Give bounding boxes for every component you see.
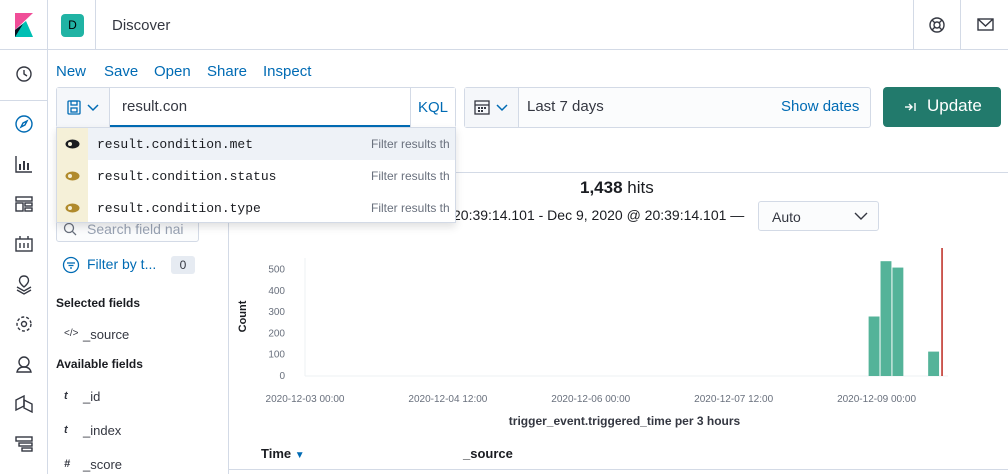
field-search-placeholder: Search field nai bbox=[87, 221, 184, 237]
save-disk-icon bbox=[67, 100, 99, 115]
table-divider bbox=[228, 469, 1008, 470]
ml-icon[interactable] bbox=[12, 312, 36, 336]
x-tick-label: 2020-12-04 12:00 bbox=[408, 394, 487, 405]
space-avatar[interactable]: D bbox=[61, 14, 84, 37]
x-tick-label: 2020-12-07 12:00 bbox=[694, 394, 773, 405]
y-axis-label: Count bbox=[237, 300, 249, 332]
interval-value: Auto bbox=[772, 209, 801, 225]
suggestion-field: result.condition.status bbox=[97, 169, 277, 184]
filter-icon bbox=[62, 256, 80, 274]
inspect-link[interactable]: Inspect bbox=[263, 63, 311, 80]
y-tick-label: 200 bbox=[268, 328, 285, 339]
new-link[interactable]: New bbox=[56, 63, 86, 80]
chevron-down-icon bbox=[854, 212, 868, 220]
histogram-bar bbox=[928, 351, 940, 376]
suggestion-field: result.condition.type bbox=[97, 201, 261, 216]
discover-icon[interactable] bbox=[12, 112, 36, 136]
field-token-icon bbox=[57, 128, 88, 160]
quick-select-button[interactable] bbox=[465, 88, 519, 127]
uptime-icon[interactable] bbox=[12, 352, 36, 376]
field-item-id[interactable]: _id bbox=[83, 389, 100, 404]
y-tick-label: 0 bbox=[279, 371, 285, 382]
kibana-logo-icon bbox=[15, 13, 33, 37]
histogram-bar bbox=[868, 316, 880, 376]
suggestion-item[interactable]: result.condition.status Filter results t… bbox=[57, 160, 455, 192]
help-icon bbox=[929, 17, 945, 33]
x-tick-label: 2020-12-09 00:00 bbox=[837, 394, 916, 405]
filter-by-type-button[interactable]: Filter by t... bbox=[87, 256, 156, 272]
query-input[interactable] bbox=[110, 88, 410, 127]
suggestion-description: Filter results th bbox=[371, 201, 450, 215]
share-link[interactable]: Share bbox=[207, 63, 247, 80]
hits-label: hits bbox=[627, 178, 654, 197]
y-tick-label: 500 bbox=[268, 265, 285, 276]
filter-count-badge: 0 bbox=[171, 256, 195, 274]
suggestion-field: result.condition.met bbox=[97, 137, 254, 152]
field-token-icon bbox=[57, 160, 88, 192]
kql-toggle-button[interactable]: KQL bbox=[410, 88, 455, 127]
hits-count: 1,438 bbox=[580, 178, 623, 197]
apm-icon[interactable] bbox=[12, 392, 36, 416]
number-type-icon: # bbox=[64, 458, 71, 470]
update-button[interactable]: Update bbox=[883, 87, 1001, 127]
mail-icon bbox=[977, 18, 994, 31]
recent-icon[interactable] bbox=[12, 62, 36, 86]
string-type-icon: t bbox=[64, 390, 68, 402]
chevron-down-icon bbox=[87, 104, 99, 112]
field-token-icon bbox=[57, 192, 88, 222]
news-button[interactable] bbox=[960, 0, 1008, 50]
saved-query-button[interactable] bbox=[57, 88, 110, 127]
histogram-bar bbox=[880, 261, 892, 376]
string-type-icon: t bbox=[64, 424, 68, 436]
update-button-label: Update bbox=[927, 96, 982, 115]
dashboard-icon[interactable] bbox=[12, 192, 36, 216]
histogram-bar bbox=[892, 267, 904, 376]
x-tick-label: 2020-12-06 00:00 bbox=[551, 394, 630, 405]
save-link[interactable]: Save bbox=[104, 63, 138, 80]
field-item-source[interactable]: _source bbox=[83, 327, 129, 342]
sort-down-icon[interactable]: ▼ bbox=[295, 450, 305, 461]
field-item-index[interactable]: _index bbox=[83, 423, 121, 438]
suggestion-item[interactable]: result.condition.met Filter results th bbox=[57, 128, 455, 160]
y-tick-label: 100 bbox=[268, 350, 285, 361]
selected-fields-heading: Selected fields bbox=[56, 296, 141, 310]
histogram-chart: 0 100 200 300 400 500 2020-12-03 00:00 2020-12-… bbox=[237, 248, 948, 428]
refresh-arrow-icon bbox=[905, 103, 916, 111]
y-tick-label: 300 bbox=[268, 307, 285, 318]
canvas-icon[interactable] bbox=[12, 232, 36, 256]
column-header-time[interactable]: Time ▼ bbox=[261, 446, 305, 461]
query-suggestions: result.condition.met Filter results th r… bbox=[56, 127, 456, 223]
x-axis-label: trigger_event.triggered_time per 3 hours bbox=[509, 414, 741, 428]
suggestion-description: Filter results th bbox=[371, 169, 450, 183]
available-fields-heading: Available fields bbox=[56, 357, 143, 371]
breadcrumb-title: Discover bbox=[112, 17, 171, 34]
nav-divider bbox=[0, 100, 47, 101]
hits-counter: 1,438 hits bbox=[580, 178, 654, 198]
calendar-icon bbox=[474, 100, 508, 115]
suggestion-description: Filter results th bbox=[371, 137, 450, 151]
help-button[interactable] bbox=[913, 0, 960, 50]
y-tick-label: 400 bbox=[268, 286, 285, 297]
top-header: D Discover bbox=[0, 0, 1008, 50]
table-header: Time ▼ _source bbox=[228, 440, 1008, 470]
source-field-type-icon: </> bbox=[64, 328, 79, 339]
interval-select[interactable]: Auto bbox=[758, 201, 879, 231]
visualize-icon[interactable] bbox=[12, 152, 36, 176]
logs-icon[interactable] bbox=[12, 432, 36, 456]
suggestion-item[interactable]: result.condition.type Filter results th bbox=[57, 192, 455, 222]
show-dates-link[interactable]: Show dates bbox=[781, 98, 859, 115]
side-nav bbox=[0, 50, 48, 474]
open-link[interactable]: Open bbox=[154, 63, 191, 80]
field-item-score[interactable]: _score bbox=[83, 457, 122, 472]
x-tick-label: 2020-12-03 00:00 bbox=[266, 394, 345, 405]
time-range-text: 20:39:14.101 - Dec 9, 2020 @ 20:39:14.10… bbox=[453, 207, 745, 223]
search-icon bbox=[63, 222, 77, 236]
kibana-logo[interactable] bbox=[0, 0, 48, 50]
maps-icon[interactable] bbox=[12, 272, 36, 296]
column-header-source: _source bbox=[463, 446, 513, 461]
time-header-label: Time bbox=[261, 446, 292, 461]
date-range-label[interactable]: Last 7 days bbox=[527, 98, 604, 115]
